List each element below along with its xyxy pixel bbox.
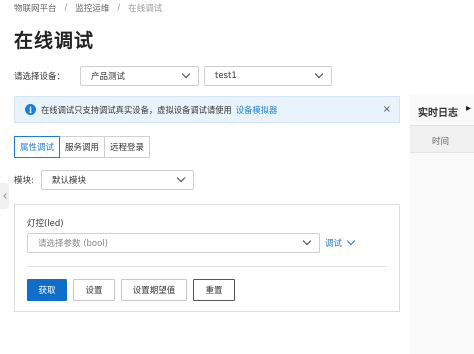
device-select-label: 请选择设备： (14, 72, 66, 82)
breadcrumb-item-current: 在线调试 (128, 4, 163, 14)
divider (27, 266, 387, 267)
breadcrumb-separator: / (117, 3, 121, 13)
debug-label: 调试 (325, 239, 343, 249)
breadcrumb-item-iot-platform[interactable]: 物联网平台 (14, 2, 57, 14)
device-select[interactable]: test1 (204, 66, 332, 86)
notice-text: 在线调试只支持调试真实设备，虚拟设备调试请使用 (41, 104, 232, 115)
close-icon[interactable]: × (383, 104, 391, 115)
action-buttons: 获取 设置 设置期望值 重置 (27, 279, 241, 301)
product-select[interactable]: 产品测试 (80, 66, 199, 86)
product-select-value: 产品测试 (91, 72, 126, 82)
device-simulator-link[interactable]: 设备模拟器 (236, 104, 278, 116)
chevron-down-icon (176, 173, 186, 183)
property-debug-panel: 灯控(led) 请选择参数 (bool) 调试 获取 设置 设置期望值 重置 (14, 204, 400, 312)
device-select-value: test1 (215, 71, 237, 81)
tab-property-debug[interactable]: 属性调试 (14, 136, 61, 158)
realtime-log-panel: 实时日志 时间 (410, 95, 474, 354)
chevron-down-icon (302, 236, 312, 246)
get-button[interactable]: 获取 (27, 279, 67, 301)
property-label: 灯控(led) (27, 219, 64, 229)
reset-button[interactable]: 重置 (193, 279, 235, 301)
log-table-header: 时间 (410, 125, 474, 153)
info-notice: i 在线调试只支持调试真实设备，虚拟设备调试请使用 设备模拟器 × (14, 96, 400, 123)
module-row: 模块: 默认模块 (14, 170, 194, 190)
mouse-cursor-icon: ▸ (466, 103, 472, 114)
set-expected-value-button[interactable]: 设置期望值 (121, 279, 187, 301)
parameter-select[interactable]: 请选择参数 (bool) (27, 233, 320, 253)
tab-remote-login[interactable]: 远程登录 (104, 136, 151, 158)
chevron-down-icon (181, 69, 191, 79)
info-icon: i (25, 104, 36, 115)
breadcrumb: 物联网平台 / 监控运维 / 在线调试 (14, 2, 162, 14)
set-button[interactable]: 设置 (73, 279, 115, 301)
chevron-left-icon (2, 193, 9, 199)
chevron-down-icon (346, 236, 356, 246)
module-label: 模块: (14, 176, 34, 186)
parameter-select-placeholder: 请选择参数 (bool) (38, 239, 108, 249)
module-select[interactable]: 默认模块 (41, 170, 194, 190)
breadcrumb-separator: / (64, 3, 68, 13)
log-title: 实时日志 (418, 108, 458, 119)
debug-dropdown[interactable]: 调试 (325, 235, 356, 251)
tab-service-call[interactable]: 服务调用 (59, 136, 106, 158)
module-select-value: 默认模块 (52, 176, 87, 186)
device-select-row: 请选择设备： 产品测试 test1 (14, 66, 332, 86)
debug-tabs: 属性调试 服务调用 远程登录 (14, 136, 151, 158)
breadcrumb-item-monitoring[interactable]: 监控运维 (75, 2, 109, 14)
chevron-down-icon (314, 69, 324, 79)
log-column-time: 时间 (432, 137, 450, 147)
sidebar-collapse-handle[interactable] (0, 183, 9, 209)
page-title: 在线调试 (14, 30, 95, 52)
